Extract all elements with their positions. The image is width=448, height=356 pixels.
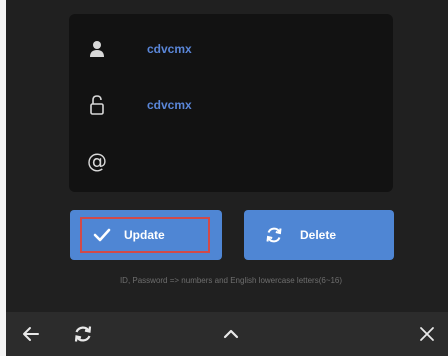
account-form-card: cdvcmx cdvcmx @ — [69, 14, 393, 192]
password-row[interactable]: cdvcmx — [69, 76, 393, 134]
focus-outline — [80, 217, 210, 253]
refresh-icon[interactable] — [66, 312, 100, 356]
username-field[interactable]: cdvcmx — [147, 42, 192, 56]
input-rules-hint: ID, Password => numbers and English lowe… — [119, 276, 343, 285]
refresh-icon — [254, 226, 294, 244]
username-row[interactable]: cdvcmx — [69, 20, 393, 78]
account-screen: cdvcmx cdvcmx @ Update Delete ID, Passwo… — [6, 0, 448, 356]
password-field[interactable]: cdvcmx — [147, 98, 192, 112]
bottom-navigation-bar — [6, 312, 448, 356]
update-button[interactable]: Update — [70, 210, 222, 260]
email-row[interactable]: @ — [69, 132, 393, 190]
back-arrow-icon[interactable] — [16, 312, 46, 356]
chevron-up-icon[interactable] — [214, 312, 248, 356]
lock-open-icon — [69, 95, 125, 115]
close-icon[interactable] — [412, 312, 442, 356]
delete-button[interactable]: Delete — [244, 210, 394, 260]
at-icon: @ — [87, 149, 107, 173]
delete-button-label: Delete — [300, 228, 337, 242]
user-icon — [69, 40, 125, 58]
